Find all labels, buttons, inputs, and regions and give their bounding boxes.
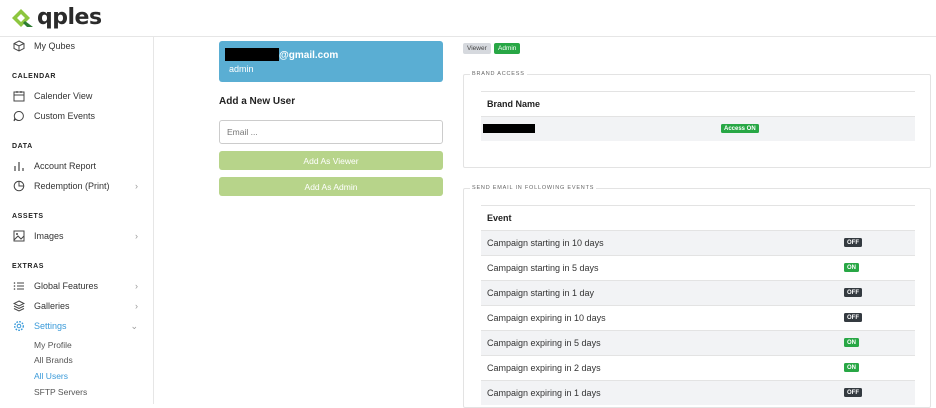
gear-icon: [12, 319, 26, 333]
event-label: Campaign expiring in 5 days: [487, 338, 601, 348]
pie-chart-icon: [12, 179, 26, 193]
sidebar-item-label: Redemption (Print): [34, 181, 110, 191]
sidebar-subitem-all-users[interactable]: All Users: [34, 371, 68, 381]
sidebar-item-label: My Qubes: [34, 41, 76, 51]
sidebar-item-account-report[interactable]: Account Report: [12, 157, 142, 175]
section-assets: ASSETS: [12, 213, 44, 220]
add-as-admin-button[interactable]: Add As Admin: [219, 177, 443, 196]
redacted-email: [225, 48, 279, 61]
brand-table-header: Brand Name: [481, 91, 915, 116]
bar-chart-icon: [12, 159, 26, 173]
event-label: Campaign starting in 10 days: [487, 238, 604, 248]
chevron-right-icon: ›: [135, 181, 138, 191]
sidebar-subitem-my-profile[interactable]: My Profile: [34, 340, 72, 350]
sidebar-item-my-qubes[interactable]: My Qubes: [12, 37, 142, 55]
events-table-header: Event: [481, 205, 915, 230]
sidebar-item-label: Custom Events: [34, 111, 96, 121]
brand-access-legend: BRAND ACCESS: [470, 71, 527, 77]
chevron-right-icon: ›: [135, 301, 138, 311]
sidebar-item-label: Galleries: [34, 301, 70, 311]
cube-icon: [12, 39, 26, 53]
logo-text: qples: [37, 5, 102, 30]
sidebar-item-label: Images: [34, 231, 64, 241]
user-email: @gmail.com: [279, 50, 339, 61]
event-label: Campaign expiring in 2 days: [487, 363, 601, 373]
sidebar-item-label: Global Features: [34, 281, 99, 291]
event-toggle[interactable]: ON: [844, 263, 859, 272]
sidebar-item-images[interactable]: Images ›: [12, 227, 142, 245]
sidebar-item-global-features[interactable]: Global Features ›: [12, 277, 142, 295]
sidebar-item-label: Calender View: [34, 91, 93, 101]
image-icon: [12, 229, 26, 243]
add-as-viewer-button[interactable]: Add As Viewer: [219, 151, 443, 170]
calendar-icon: [12, 89, 26, 103]
event-toggle[interactable]: OFF: [844, 313, 862, 322]
event-label: Campaign starting in 5 days: [487, 263, 599, 273]
viewer-tag[interactable]: Viewer: [463, 43, 491, 54]
sidebar-item-calendar-view[interactable]: Calender View: [12, 87, 142, 105]
section-calendar: CALENDAR: [12, 73, 57, 80]
sidebar-item-redemption[interactable]: Redemption (Print) ›: [12, 177, 142, 195]
event-toggle[interactable]: OFF: [844, 388, 862, 397]
sidebar-item-galleries[interactable]: Galleries ›: [12, 297, 142, 315]
event-toggle[interactable]: ON: [844, 338, 859, 347]
layers-icon: [12, 299, 26, 313]
sidebar-item-label: Settings: [34, 321, 67, 331]
user-role: admin: [229, 64, 254, 74]
event-label: Campaign starting in 1 day: [487, 288, 595, 298]
list-icon: [12, 279, 26, 293]
event-label: Campaign expiring in 1 days: [487, 388, 601, 398]
sidebar-item-custom-events[interactable]: Custom Events: [12, 107, 142, 125]
sidebar-subitem-sftp-servers[interactable]: SFTP Servers: [34, 387, 87, 397]
brand-row: [481, 116, 915, 141]
redacted-brand-name: [483, 124, 535, 133]
logo[interactable]: qples: [12, 5, 102, 30]
email-input[interactable]: [219, 120, 443, 144]
section-extras: EXTRAS: [12, 263, 44, 270]
chevron-right-icon: ›: [135, 281, 138, 291]
chat-bubble-icon: [12, 109, 26, 123]
add-user-title: Add a New User: [219, 96, 296, 107]
email-events-legend: SEND EMAIL IN FOLLOWING EVENTS: [470, 185, 597, 191]
sidebar-item-label: Account Report: [34, 161, 97, 171]
event-label: Campaign expiring in 10 days: [487, 313, 606, 323]
admin-tag[interactable]: Admin: [494, 43, 521, 54]
event-toggle[interactable]: OFF: [844, 288, 862, 297]
access-status-badge[interactable]: Access ON: [721, 124, 759, 133]
sidebar-subitem-all-brands[interactable]: All Brands: [34, 355, 73, 365]
qples-logo-icon: [12, 8, 33, 27]
top-bar: qples: [0, 0, 936, 37]
event-toggle[interactable]: ON: [844, 363, 859, 372]
event-toggle[interactable]: OFF: [844, 238, 862, 247]
chevron-right-icon: ›: [135, 231, 138, 241]
chevron-down-icon: ⌄: [130, 320, 138, 331]
section-data: DATA: [12, 143, 33, 150]
sidebar-item-settings[interactable]: Settings ⌄: [12, 317, 142, 335]
